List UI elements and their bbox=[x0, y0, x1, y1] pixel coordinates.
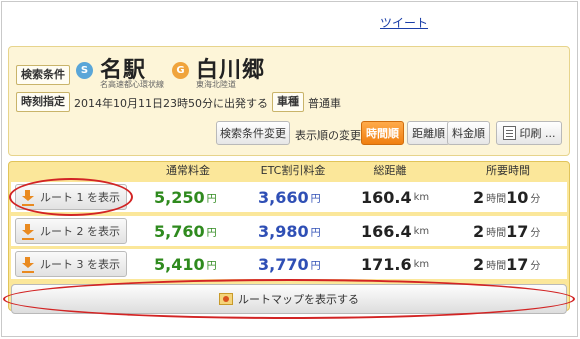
print-button[interactable]: 印刷 ... bbox=[496, 121, 562, 145]
route-row-3: ルート 3 を表示 5,410 円 3,770 円 171.6 km 2 時間 17 分 bbox=[11, 249, 567, 279]
minutes-value: 17 bbox=[506, 221, 529, 241]
minute-unit: 分 bbox=[530, 260, 541, 272]
sort-by-fare-button[interactable]: 料金順 bbox=[447, 121, 490, 145]
normal-fare-cell: 5,760 円 bbox=[154, 216, 217, 246]
map-icon bbox=[219, 293, 233, 305]
normal-fare-value: 5,250 bbox=[154, 187, 205, 207]
etc-fare-cell: 3,660 円 bbox=[258, 182, 321, 212]
route-row-2: ルート 2 を表示 5,760 円 3,980 円 166.4 km 2 時間 17 分 bbox=[11, 216, 567, 246]
hour-unit: 時間 bbox=[486, 260, 507, 272]
vehicle-value: 普通車 bbox=[308, 97, 341, 110]
etc-fare-cell: 3,980 円 bbox=[258, 216, 321, 246]
download-icon bbox=[22, 190, 34, 206]
download-icon bbox=[22, 257, 34, 273]
change-condition-button[interactable]: 検索条件変更 bbox=[216, 121, 290, 145]
header-etc-fare: ETC割引料金 bbox=[260, 164, 326, 177]
normal-fare-cell: 5,410 円 bbox=[154, 249, 217, 279]
km-unit: km bbox=[413, 191, 430, 203]
etc-fare-value: 3,980 bbox=[258, 221, 309, 241]
route-button-label: ルート 2 を表示 bbox=[40, 225, 120, 238]
distance-value: 171.6 bbox=[361, 254, 412, 274]
minute-unit: 分 bbox=[530, 193, 541, 205]
minute-unit: 分 bbox=[530, 227, 541, 239]
vehicle-label: 車種 bbox=[272, 92, 304, 112]
start-station-road: 名高速都心環状線 bbox=[100, 80, 164, 89]
search-condition-label: 検索条件 bbox=[16, 65, 70, 85]
hours-value: 2 bbox=[473, 221, 485, 241]
start-badge-icon: S bbox=[76, 62, 93, 79]
yen-unit: 円 bbox=[206, 193, 217, 205]
time-cell: 2 時間 17 分 bbox=[473, 249, 540, 279]
normal-fare-value: 5,760 bbox=[154, 221, 205, 241]
sort-by-distance-button[interactable]: 距離順 bbox=[407, 121, 450, 145]
yen-unit: 円 bbox=[206, 260, 217, 272]
etc-fare-value: 3,660 bbox=[258, 187, 309, 207]
route-row-1: ルート 1 を表示 5,250 円 3,660 円 160.4 km 2 時間 10 分 bbox=[11, 182, 567, 212]
header-normal-fare: 通常料金 bbox=[166, 164, 210, 177]
sort-order-label: 表示順の変更 bbox=[295, 129, 361, 142]
goal-station-road: 東海北陸道 bbox=[196, 80, 236, 89]
distance-value: 166.4 bbox=[361, 221, 412, 241]
hours-value: 2 bbox=[473, 254, 485, 274]
print-button-label: 印刷 ... bbox=[519, 127, 556, 140]
yen-unit: 円 bbox=[310, 260, 321, 272]
etc-fare-value: 3,770 bbox=[258, 254, 309, 274]
time-cell: 2 時間 10 分 bbox=[473, 182, 540, 212]
yen-unit: 円 bbox=[310, 227, 321, 239]
header-distance: 総距離 bbox=[373, 164, 407, 177]
normal-fare-value: 5,410 bbox=[154, 254, 205, 274]
sort-by-time-button[interactable]: 時間順 bbox=[361, 121, 404, 145]
header-time: 所要時間 bbox=[486, 164, 530, 177]
route-button-label: ルート 1 を表示 bbox=[40, 191, 120, 204]
normal-fare-cell: 5,250 円 bbox=[154, 182, 217, 212]
minutes-value: 10 bbox=[506, 187, 529, 207]
distance-cell: 166.4 km bbox=[361, 216, 429, 246]
time-cell: 2 時間 17 分 bbox=[473, 216, 540, 246]
minutes-value: 17 bbox=[506, 254, 529, 274]
km-unit: km bbox=[413, 258, 430, 270]
distance-value: 160.4 bbox=[361, 187, 412, 207]
route-button-label: ルート 3 を表示 bbox=[40, 258, 120, 271]
yen-unit: 円 bbox=[206, 227, 217, 239]
distance-cell: 171.6 km bbox=[361, 249, 429, 279]
show-route-3-button[interactable]: ルート 3 を表示 bbox=[15, 251, 127, 277]
time-spec-label: 時刻指定 bbox=[16, 92, 70, 112]
hour-unit: 時間 bbox=[486, 193, 507, 205]
hour-unit: 時間 bbox=[486, 227, 507, 239]
hours-value: 2 bbox=[473, 187, 485, 207]
show-route-map-button[interactable]: ルートマップを表示する bbox=[11, 284, 567, 314]
download-icon bbox=[22, 224, 34, 240]
show-route-1-button[interactable]: ルート 1 を表示 bbox=[15, 184, 127, 210]
etc-fare-cell: 3,770 円 bbox=[258, 249, 321, 279]
goal-badge-icon: G bbox=[172, 62, 189, 79]
show-route-2-button[interactable]: ルート 2 を表示 bbox=[15, 218, 127, 244]
distance-cell: 160.4 km bbox=[361, 182, 429, 212]
tweet-link[interactable]: ツイート bbox=[380, 14, 428, 31]
km-unit: km bbox=[413, 225, 430, 237]
yen-unit: 円 bbox=[310, 193, 321, 205]
print-icon bbox=[502, 126, 516, 140]
route-map-button-label: ルートマップを表示する bbox=[238, 293, 359, 306]
time-spec-value: 2014年10月11日23時50分に出発する bbox=[74, 97, 268, 110]
